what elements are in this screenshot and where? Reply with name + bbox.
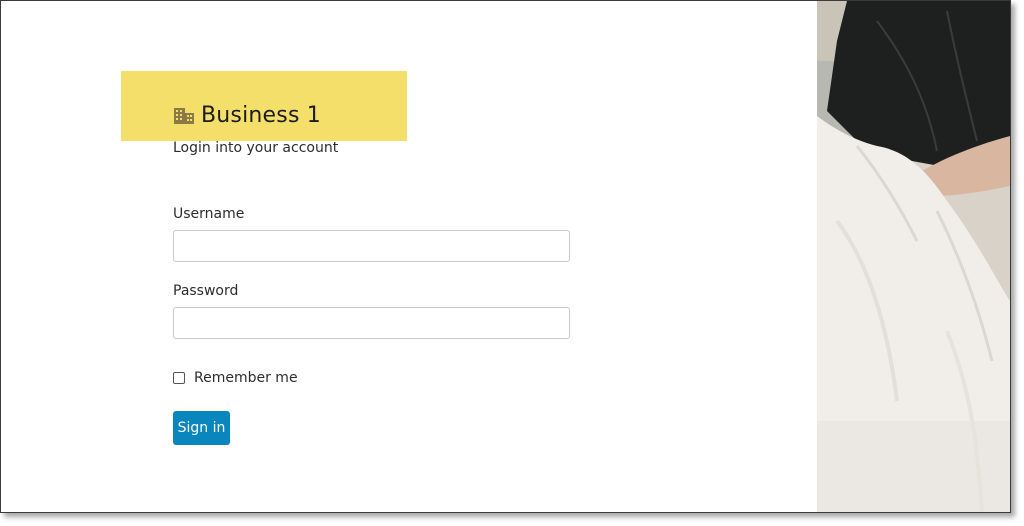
brand-name: Business 1 xyxy=(201,102,322,128)
password-input[interactable] xyxy=(173,307,570,339)
username-input[interactable] xyxy=(173,230,570,262)
username-label: Username xyxy=(173,206,245,222)
sign-in-button[interactable]: Sign in xyxy=(173,411,230,445)
remember-me-row[interactable]: Remember me xyxy=(173,370,298,386)
building-icon xyxy=(173,104,195,126)
remember-me-label[interactable]: Remember me xyxy=(194,370,298,386)
login-panel: Business 1 Login into your account Usern… xyxy=(1,1,817,512)
remember-me-checkbox[interactable] xyxy=(173,372,185,384)
password-label: Password xyxy=(173,283,239,299)
hero-photo xyxy=(817,1,1010,512)
app-window: Business 1 Login into your account Usern… xyxy=(0,0,1011,513)
brand-header: Business 1 xyxy=(173,100,321,130)
login-subtitle: Login into your account xyxy=(173,140,339,156)
